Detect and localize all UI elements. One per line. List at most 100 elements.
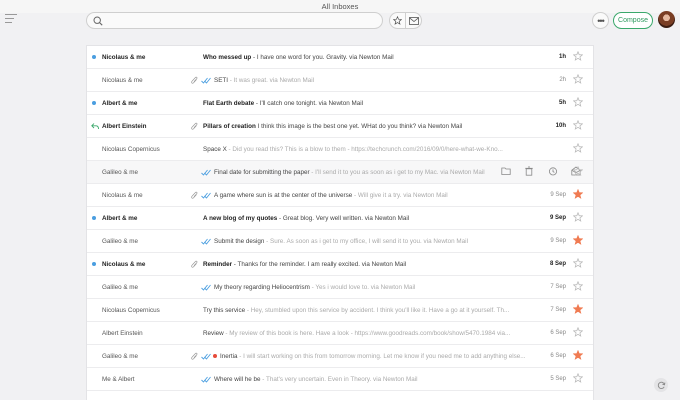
email-content: Try this service - Hey, stumbled upon th… [203,299,527,322]
read-receipt-icon [201,238,211,245]
email-row[interactable]: Nicolaus & me SETI - It was great. via Ne… [87,69,593,92]
email-preview: I think this image is the best one yet. … [255,123,463,130]
email-row[interactable]: Nicolaus Copernicus Space X - Did you rea… [87,138,593,161]
star-icon[interactable] [573,212,583,222]
email-preview: - I have one word for you. Gravity. via … [251,54,394,61]
star-icon[interactable] [573,304,583,314]
email-preview: - Yes i would love to. via Newton Mail [309,284,416,291]
search-input[interactable] [107,14,377,27]
email-row[interactable]: Albert & me Flat Earth debate - I'll catc… [87,92,593,115]
email-content: Space X - Did you read this? This is a b… [203,138,527,161]
star-icon[interactable] [573,143,583,153]
unread-dot [92,55,96,59]
email-date: 5h [558,100,566,106]
email-sender: Albert Einstein [102,123,147,130]
email-content: My theory regarding Heliocentrism - Yes … [214,276,527,299]
compose-button[interactable]: Compose [613,12,653,29]
starred-filter-button[interactable] [390,13,406,28]
email-sender: Galileo & me [102,238,139,245]
email-sender: Nicolaus Copernicus [102,307,160,314]
star-icon[interactable] [573,166,583,176]
email-date: 9 Sep [550,192,566,198]
star-icon[interactable] [573,51,583,61]
email-subject: A game where sun is at the center of the… [214,192,353,199]
email-sender: Albert & me [102,100,138,107]
email-subject: Space X [203,146,227,153]
star-icon[interactable] [573,373,583,383]
email-row[interactable]: Galileo & me Final date for submitting th… [87,161,593,184]
email-row[interactable]: Nicolaus Copernicus Try this service - He… [87,299,593,322]
email-subject: My theory regarding Heliocentrism [214,284,310,291]
email-date: 6 Sep [550,330,566,336]
refresh-icon[interactable] [654,378,668,392]
email-row[interactable]: Albert Einstein Review - My review of thi… [87,322,593,345]
star-icon[interactable] [573,235,583,245]
star-icon[interactable] [573,97,583,107]
email-row[interactable]: Galileo & me Inertia - I will start worki… [87,345,593,368]
more-button[interactable]: ••• [592,12,609,29]
read-receipt-icon [201,376,211,383]
star-icon[interactable] [573,281,583,291]
email-subject: Who messed up [203,54,252,61]
email-row[interactable]: Me & Albert Where will he be - That's ver… [87,368,593,391]
email-preview: - My review of this book is here. Have a… [223,330,511,337]
email-content: A game where sun is at the center of the… [214,184,527,207]
email-content: Submit the design - Sure. As soon as i g… [214,230,527,253]
email-date: 5 Sep [550,376,566,382]
email-date: 7 Sep [550,284,566,290]
star-icon[interactable] [573,350,583,360]
email-content: Where will he be - That's very uncertain… [214,368,527,391]
email-subject: Final date for submitting the paper [214,169,310,176]
email-row[interactable]: Nicolaus & me Who messed up - I have one … [87,46,593,69]
email-row[interactable]: Galileo & me My theory regarding Heliocen… [87,276,593,299]
email-preview: - Will give it a try. via Newton Mail [352,192,448,199]
email-preview: - Did you read this? This is a blow to t… [226,146,503,153]
unread-filter-button[interactable] [406,13,421,28]
email-sender: Nicolaus Copernicus [102,146,160,153]
email-preview: - I will start working on this from tomo… [237,353,526,360]
unread-dot [92,262,96,266]
folder-icon[interactable] [501,166,511,176]
star-icon[interactable] [573,189,583,199]
email-preview: - Hey, stumbled upon this service by acc… [245,307,510,314]
email-row[interactable]: Albert Einstein Pillars of creation I thi… [87,115,593,138]
email-sender: Albert & me [102,215,138,222]
email-row[interactable]: Nicolaus & me A game where sun is at the … [87,184,593,207]
read-receipt-icon [201,77,211,84]
read-receipt-icon [201,284,211,291]
star-icon[interactable] [573,74,583,84]
email-sender: Nicolaus & me [102,261,146,268]
star-icon[interactable] [573,120,583,130]
email-sender: Albert Einstein [102,330,143,337]
email-row[interactable]: Nicolaus & me Reminder - Thanks for the r… [87,253,593,276]
email-date: 2h [559,77,566,83]
star-filter-icon [393,16,402,25]
email-row[interactable]: Galileo & me Submit the design - Sure. As… [87,230,593,253]
search-bar[interactable] [86,12,383,29]
email-content: Review - My review of this book is here.… [203,322,527,345]
email-subject: Where will he be [214,376,261,383]
email-subject: Inertia [220,353,238,360]
email-subject: SETI [214,77,228,84]
email-subject: Flat Earth debate [203,100,255,107]
snooze-icon[interactable] [548,166,558,176]
trash-icon[interactable] [524,166,534,176]
email-row[interactable]: Albert & me A new blog of my quotes - Gre… [87,207,593,230]
email-subject: Pillars of creation [203,123,256,130]
refresh-glyph-icon [657,381,665,389]
star-icon[interactable] [573,258,583,268]
email-preview: - Sure. As soon as i get to my office, I… [264,238,468,245]
menu-icon[interactable] [5,14,17,24]
star-icon[interactable] [573,327,583,337]
read-receipt-icon [201,169,211,176]
email-content: Pillars of creation I think this image i… [203,115,527,138]
paperclip-icon [191,76,198,84]
avatar[interactable] [658,11,675,28]
paperclip-icon [191,352,198,360]
email-sender: Galileo & me [102,353,139,360]
paperclip-icon [191,191,198,199]
email-content: Final date for submitting the paper - I'… [214,161,499,184]
email-preview: - I'll catch one tonight. via Newton Mai… [254,100,364,107]
read-receipt-icon [201,353,211,360]
email-content: Reminder - Thanks for the reminder. I am… [203,253,527,276]
